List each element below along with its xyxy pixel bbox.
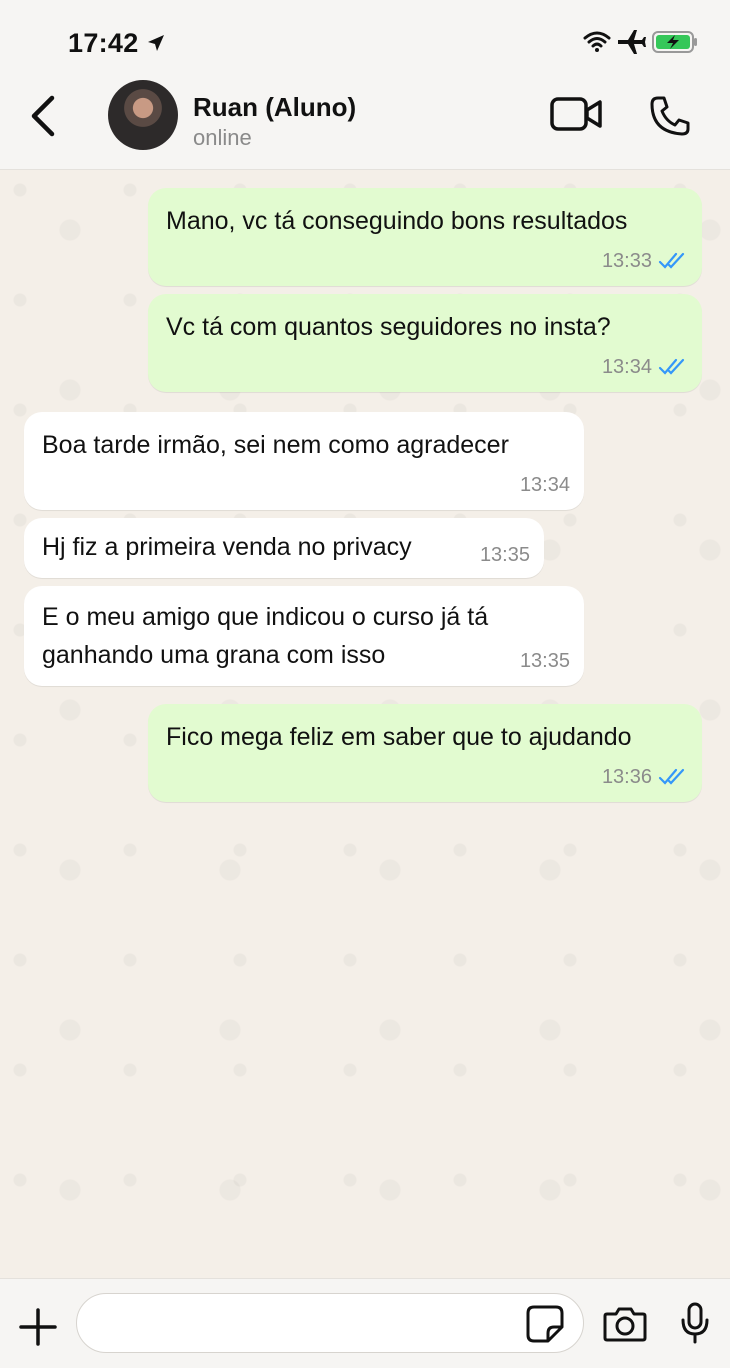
message-text: E o meu amigo que indicou o curso já tá … xyxy=(42,603,489,669)
camera-icon[interactable] xyxy=(603,1306,647,1342)
sticker-icon[interactable] xyxy=(526,1305,564,1343)
wifi-icon xyxy=(583,31,611,52)
contact-name[interactable]: Ruan (Aluno) xyxy=(193,92,356,123)
message-time: 13:36 xyxy=(601,766,652,788)
message-meta: 13:34 xyxy=(602,348,688,386)
avatar[interactable] xyxy=(108,80,178,150)
message-time: 13:34 xyxy=(601,356,652,378)
double-check-read-icon xyxy=(658,768,685,785)
message-time: 13:35 xyxy=(479,544,530,566)
chat-messages-area[interactable]: Mano, vc tá conseguindo bons resultados … xyxy=(0,170,730,1278)
status-time: 17:42 xyxy=(68,28,139,58)
message-meta: 13:36 xyxy=(602,758,688,796)
battery-charging-icon xyxy=(652,31,697,53)
message-input-container[interactable] xyxy=(76,1293,584,1353)
message-bubble-outgoing[interactable]: Mano, vc tá conseguindo bons resultados … xyxy=(148,188,702,286)
chat-header: Ruan (Aluno) online xyxy=(0,80,730,170)
message-time: 13:34 xyxy=(519,474,570,496)
message-bubble-outgoing[interactable]: Vc tá com quantos seguidores no insta? 1… xyxy=(148,294,702,392)
double-check-read-icon xyxy=(658,358,685,375)
message-text: Boa tarde irmão, sei nem como agradecer xyxy=(42,431,509,459)
phone-call-icon[interactable] xyxy=(648,94,692,138)
message-meta: 13:35 xyxy=(480,536,530,574)
message-text: Fico mega feliz em saber que to ajudando xyxy=(166,723,632,751)
contact-status: online xyxy=(193,125,252,150)
message-meta: 13:35 xyxy=(520,642,570,680)
message-time: 13:35 xyxy=(519,650,570,672)
back-chevron-icon[interactable] xyxy=(26,94,58,138)
video-call-icon[interactable] xyxy=(550,96,602,132)
double-check-read-icon xyxy=(658,252,685,269)
message-text: Hj fiz a primeira venda no privacy xyxy=(42,533,412,561)
message-time: 13:33 xyxy=(601,250,652,272)
status-bar: 17:42 xyxy=(0,0,730,80)
location-arrow-icon xyxy=(148,35,164,51)
plus-icon[interactable] xyxy=(18,1307,58,1347)
message-input[interactable] xyxy=(95,1306,515,1342)
message-bubble-incoming[interactable]: E o meu amigo que indicou o curso já tá … xyxy=(24,586,584,686)
message-meta: 13:34 xyxy=(520,466,570,504)
message-meta: 13:33 xyxy=(602,242,688,280)
message-bubble-incoming[interactable]: Boa tarde irmão, sei nem como agradecer … xyxy=(24,412,584,510)
message-text: Mano, vc tá conseguindo bons resultados xyxy=(166,207,628,235)
microphone-icon[interactable] xyxy=(680,1302,710,1344)
airplane-icon xyxy=(618,30,646,54)
message-text: Vc tá com quantos seguidores no insta? xyxy=(166,313,611,341)
message-bubble-incoming[interactable]: Hj fiz a primeira venda no privacy 13:35 xyxy=(24,518,544,578)
message-bubble-outgoing[interactable]: Fico mega feliz em saber que to ajudando… xyxy=(148,704,702,802)
composer-bar xyxy=(0,1278,730,1368)
